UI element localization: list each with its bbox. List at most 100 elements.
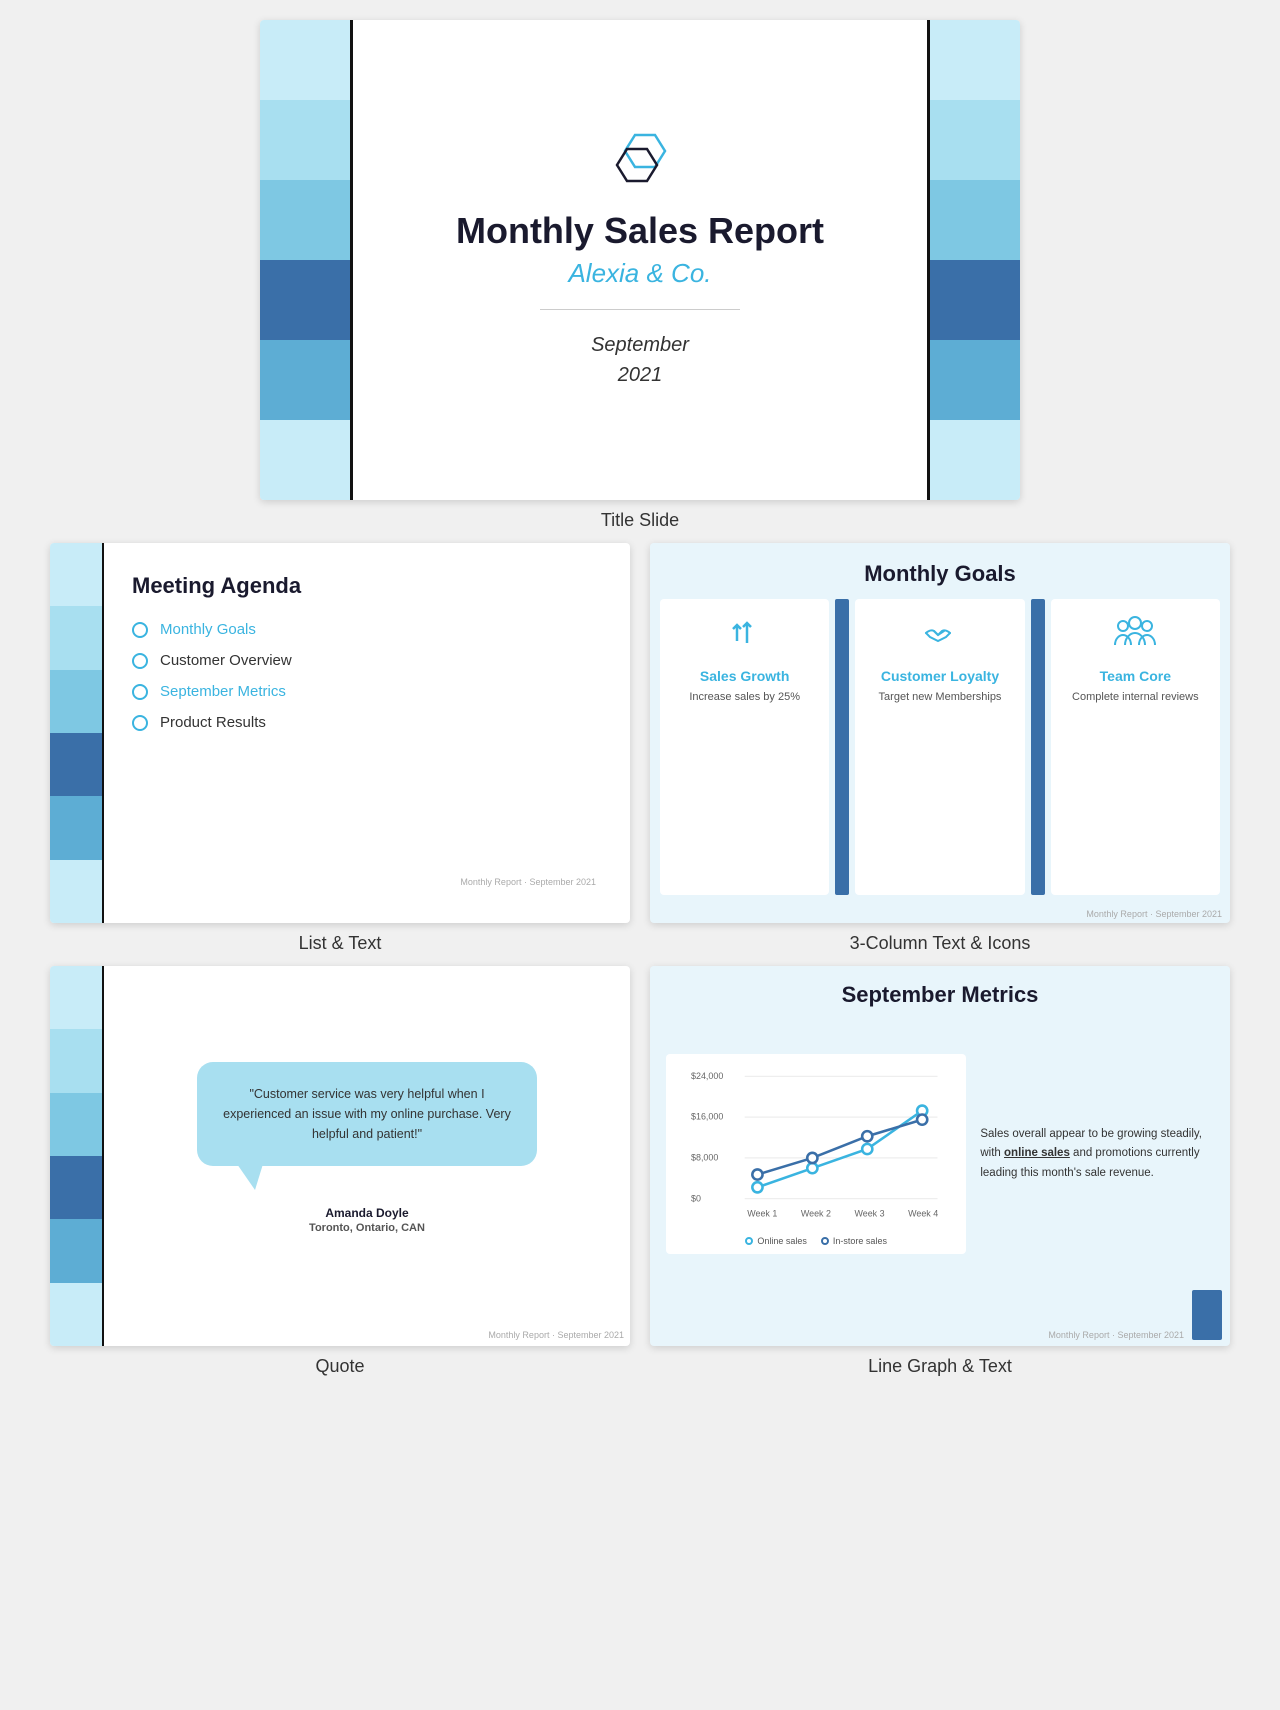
- metrics-label: Line Graph & Text: [868, 1356, 1012, 1377]
- goal-3-desc: Complete internal reviews: [1072, 690, 1199, 705]
- quote-side-bars: [50, 966, 102, 1346]
- quote-content: "Customer service was very helpful when …: [104, 966, 630, 1330]
- line-chart: $24,000 $16,000 $8,000 $0: [676, 1066, 956, 1232]
- bar-5: [260, 340, 350, 420]
- legend-online-label: Online sales: [757, 1236, 807, 1246]
- title-main: Monthly Sales Report: [456, 210, 824, 252]
- bar-4: [260, 260, 350, 340]
- metrics-footer: Monthly Report · September 2021: [658, 1330, 1184, 1340]
- row-1: Meeting Agenda Monthly Goals Customer Ov…: [50, 543, 1230, 954]
- list-item-3: September Metrics: [160, 683, 286, 700]
- metrics-description: Sales overall appear to be growing stead…: [980, 1125, 1214, 1184]
- agenda-content: Meeting Agenda Monthly Goals Customer Ov…: [102, 543, 630, 923]
- agenda-col: Meeting Agenda Monthly Goals Customer Ov…: [50, 543, 630, 954]
- goal-3: Team Core Complete internal reviews: [1051, 599, 1220, 895]
- quote-label: Quote: [315, 1356, 364, 1377]
- bar-2: [260, 100, 350, 180]
- legend-online: Online sales: [745, 1236, 807, 1246]
- quote-content-wrap: "Customer service was very helpful when …: [102, 966, 630, 1346]
- online-dot: [745, 1237, 753, 1245]
- agenda-footer: Monthly Report · September 2021: [132, 877, 602, 893]
- goal-1-desc: Increase sales by 25%: [689, 690, 800, 705]
- goal-divider-1: [835, 599, 849, 895]
- metrics-col: September Metrics $24,000 $16,000 $8,000…: [650, 966, 1230, 1377]
- metrics-slide: September Metrics $24,000 $16,000 $8,000…: [650, 966, 1230, 1346]
- legend-instore: In-store sales: [821, 1236, 887, 1246]
- agenda-slide: Meeting Agenda Monthly Goals Customer Ov…: [50, 543, 630, 923]
- rbar-4: [930, 260, 1020, 340]
- goals-label: 3-Column Text & Icons: [850, 933, 1031, 954]
- svg-text:Week 2: Week 2: [801, 1209, 831, 1219]
- sales-growth-icon: [725, 613, 765, 660]
- team-core-icon: [1113, 613, 1157, 660]
- goals-title: Monthly Goals: [670, 561, 1210, 587]
- goal-2-desc: Target new Memberships: [879, 690, 1002, 705]
- metrics-body: $24,000 $16,000 $8,000 $0: [650, 1018, 1230, 1290]
- list-item: Product Results: [132, 714, 602, 731]
- quote-slide: "Customer service was very helpful when …: [50, 966, 630, 1346]
- right-side-bars: [930, 20, 1020, 500]
- rbar-6: [930, 420, 1020, 500]
- bar-1: [260, 20, 350, 100]
- bar-6: [260, 420, 350, 500]
- agenda-items: Monthly Goals Customer Overview Septembe…: [132, 621, 602, 731]
- instore-dot: [821, 1237, 829, 1245]
- goals-col: Monthly Goals Sales Growth: [650, 543, 1230, 954]
- list-item-2: Customer Overview: [160, 652, 292, 669]
- svg-text:$8,000: $8,000: [691, 1152, 718, 1162]
- svg-text:$24,000: $24,000: [691, 1071, 723, 1081]
- rbar-5: [930, 340, 1020, 420]
- quote-author: Amanda Doyle: [325, 1206, 408, 1220]
- bar-3: [260, 180, 350, 260]
- rbar-2: [930, 100, 1020, 180]
- speech-bubble: "Customer service was very helpful when …: [197, 1062, 537, 1166]
- quote-text: "Customer service was very helpful when …: [221, 1084, 513, 1144]
- title-date: September 2021: [591, 330, 689, 390]
- list-bullet-1: [132, 622, 148, 638]
- svg-text:Week 1: Week 1: [747, 1209, 777, 1219]
- metrics-title: September Metrics: [670, 982, 1210, 1008]
- goal-1: Sales Growth Increase sales by 25%: [660, 599, 829, 895]
- goal-2-name: Customer Loyalty: [881, 668, 999, 684]
- goal-divider-2: [1031, 599, 1045, 895]
- agenda-side-bars: [50, 543, 102, 923]
- row-2: "Customer service was very helpful when …: [50, 966, 1230, 1377]
- list-item: Customer Overview: [132, 652, 602, 669]
- metrics-header: September Metrics: [650, 966, 1230, 1018]
- goals-header: Monthly Goals: [650, 543, 1230, 599]
- rbar-3: [930, 180, 1020, 260]
- rbar-1: [930, 20, 1020, 100]
- goal-1-name: Sales Growth: [700, 668, 789, 684]
- customer-loyalty-icon: [920, 613, 960, 660]
- list-item: September Metrics: [132, 683, 602, 700]
- goals-columns: Sales Growth Increase sales by 25%: [650, 599, 1230, 905]
- svg-text:Week 3: Week 3: [854, 1209, 884, 1219]
- title-center: Monthly Sales Report Alexia & Co. Septem…: [350, 20, 930, 500]
- list-bullet-4: [132, 715, 148, 731]
- goal-3-name: Team Core: [1100, 668, 1171, 684]
- metrics-blue-block: [1192, 1290, 1222, 1340]
- list-item: Monthly Goals: [132, 621, 602, 638]
- list-bullet-3: [132, 684, 148, 700]
- agenda-title: Meeting Agenda: [132, 573, 602, 599]
- list-bullet-2: [132, 653, 148, 669]
- list-item-4: Product Results: [160, 714, 266, 731]
- goals-footer: Monthly Report · September 2021: [650, 905, 1230, 923]
- chart-area: $24,000 $16,000 $8,000 $0: [666, 1054, 966, 1254]
- list-item-1: Monthly Goals: [160, 621, 256, 638]
- left-side-bars: [260, 20, 350, 500]
- goals-slide: Monthly Goals Sales Growth: [650, 543, 1230, 923]
- metrics-footer-row: Monthly Report · September 2021: [650, 1290, 1230, 1346]
- svg-text:$16,000: $16,000: [691, 1112, 723, 1122]
- title-divider: [540, 309, 740, 310]
- svg-text:$0: $0: [691, 1193, 701, 1203]
- title-company: Alexia & Co.: [568, 258, 711, 289]
- quote-footer: Monthly Report · September 2021: [104, 1330, 630, 1346]
- legend-instore-label: In-store sales: [833, 1236, 887, 1246]
- title-slide-wrapper: Monthly Sales Report Alexia & Co. Septem…: [260, 20, 1020, 531]
- agenda-label: List & Text: [299, 933, 382, 954]
- title-slide: Monthly Sales Report Alexia & Co. Septem…: [260, 20, 1020, 500]
- quote-location: Toronto, Ontario, CAN: [309, 1222, 425, 1234]
- logo-icon: [605, 131, 675, 196]
- svg-text:Week 4: Week 4: [908, 1209, 938, 1219]
